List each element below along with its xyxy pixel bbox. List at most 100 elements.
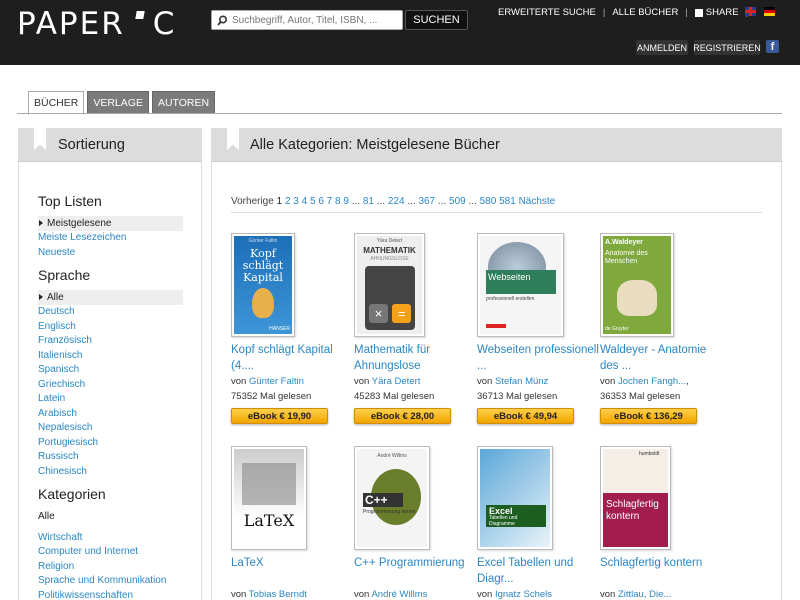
category-item[interactable]: Religion: [38, 559, 183, 574]
german-flag-icon[interactable]: [764, 7, 775, 16]
by-label: von: [354, 376, 370, 387]
language-item[interactable]: Alle: [38, 290, 183, 305]
facebook-icon[interactable]: f: [766, 40, 779, 53]
search-input[interactable]: [232, 14, 398, 26]
language-item[interactable]: Griechisch: [38, 377, 183, 392]
pager-page[interactable]: 6: [318, 196, 324, 207]
book-title-link[interactable]: Webseiten professionell ...: [477, 342, 602, 374]
pager-dots: ...: [351, 196, 361, 207]
pager-page[interactable]: 224: [388, 196, 405, 207]
login-button[interactable]: ANMELDEN: [636, 40, 688, 55]
share-link[interactable]: SHARE: [706, 7, 739, 18]
uk-flag-icon[interactable]: [745, 7, 756, 16]
book-author: von Stefan Münz: [477, 376, 607, 387]
advanced-search-link[interactable]: ERWEITERTE SUCHE: [498, 7, 596, 18]
category-item[interactable]: Politikwissenschaften: [38, 588, 183, 600]
author-link[interactable]: Stefan Münz: [495, 376, 548, 387]
sidebar-header: Sortierung: [18, 128, 202, 162]
author-link[interactable]: Jochen Fangh...: [618, 376, 686, 387]
book-cover[interactable]: LaTeX: [231, 446, 307, 550]
language-item[interactable]: Spanisch: [38, 363, 183, 378]
pager-dots: ...: [376, 196, 386, 207]
book-title-link[interactable]: Excel Tabellen und Diagr...: [477, 555, 602, 587]
pager-page[interactable]: 581: [499, 196, 516, 207]
book-cover[interactable]: A.Waldeyer Anatomie des Menschen de Gruy…: [600, 233, 674, 337]
pager-page[interactable]: 8: [335, 196, 341, 207]
cover-title: Schlagfertig kontern: [606, 499, 659, 522]
pager-page[interactable]: 2: [285, 196, 291, 207]
pager-divider: [231, 212, 762, 213]
book-title-link[interactable]: Kopf schlägt Kapital (4....: [231, 342, 356, 374]
language-item[interactable]: Italienisch: [38, 348, 183, 363]
book-cover[interactable]: Kopf schlägt Kapital Günter Faltin HANSE…: [231, 233, 295, 337]
book-cover[interactable]: André Willms C++ Programmierung lernen: [354, 446, 430, 550]
paperc-logo[interactable]: PAPER C: [17, 6, 176, 42]
sidebar-item-neueste[interactable]: Neueste: [38, 245, 183, 260]
logo-mark-icon: [129, 9, 149, 39]
pager-page[interactable]: 3: [293, 196, 299, 207]
author-link[interactable]: Yära Detert: [372, 376, 421, 387]
tab-books[interactable]: BÜCHER: [28, 91, 85, 115]
book-cover[interactable]: Webseiten professionell erstellen: [477, 233, 564, 337]
language-item[interactable]: Englisch: [38, 319, 183, 334]
cover-title: Anatomie des Menschen: [605, 250, 648, 265]
pager-page[interactable]: 367: [418, 196, 435, 207]
book-cover[interactable]: humboldt Schlagfertig kontern: [600, 446, 671, 550]
book-title-link[interactable]: C++ Programmierung: [354, 555, 479, 571]
pager-dots: ...: [407, 196, 416, 207]
pager-page[interactable]: 580: [480, 196, 497, 207]
by-label: von: [354, 589, 370, 600]
author-link[interactable]: Günter Faltin: [249, 376, 304, 387]
author-link[interactable]: Tobias Berndt: [249, 589, 307, 600]
ebook-buy-button[interactable]: eBook € 136,29: [600, 408, 697, 424]
cover-author: André Willms: [377, 453, 407, 459]
kategorien-list: Alle: [38, 509, 183, 524]
ebook-buy-button[interactable]: eBook € 28,00: [354, 408, 451, 424]
ebook-buy-button[interactable]: eBook € 49,94: [477, 408, 574, 424]
pager-next[interactable]: Nächste: [519, 196, 556, 207]
category-item-all[interactable]: Alle: [38, 509, 183, 524]
separator: |: [685, 7, 688, 18]
book-cover[interactable]: Excel Tabellen und Diagramme: [477, 446, 553, 550]
category-item[interactable]: Sprache und Kommunikation: [38, 574, 183, 589]
language-item[interactable]: Portugiesisch: [38, 435, 183, 450]
pager-page[interactable]: 81: [363, 196, 374, 207]
tab-authors[interactable]: AUTOREN: [151, 91, 216, 114]
language-item[interactable]: Französisch: [38, 334, 183, 349]
author-link[interactable]: Ignatz Schels: [495, 589, 552, 600]
pager-page[interactable]: 7: [327, 196, 333, 207]
pager-page[interactable]: 9: [343, 196, 349, 207]
category-item[interactable]: Wirtschaft: [38, 530, 183, 545]
all-books-link[interactable]: ALLE BÜCHER: [612, 7, 678, 18]
book-title-link[interactable]: Waldeyer - Anatomie des ...: [600, 342, 725, 374]
pager-current: 1: [276, 196, 283, 207]
pager-page[interactable]: 509: [449, 196, 466, 207]
language-item[interactable]: Arabisch: [38, 406, 183, 421]
cover-title: LaTeX: [243, 511, 295, 530]
language-item[interactable]: Deutsch: [38, 305, 183, 320]
pager-page[interactable]: 5: [310, 196, 316, 207]
publisher-logo: [486, 324, 506, 328]
ebook-buy-button[interactable]: eBook € 19,90: [231, 408, 328, 424]
author-link[interactable]: Zittlau, Die...: [618, 589, 671, 600]
language-item[interactable]: Nepalesisch: [38, 421, 183, 436]
sidebar-item-meistgelesene[interactable]: Meistgelesene: [38, 216, 183, 231]
category-item[interactable]: Computer und Internet: [38, 545, 183, 560]
cover-subtitle: Tabellen und Diagramme: [489, 515, 518, 527]
register-button[interactable]: REGISTRIEREN: [693, 40, 761, 55]
tabs-divider: [17, 113, 782, 114]
language-item[interactable]: Russisch: [38, 450, 183, 465]
language-item[interactable]: Latein: [38, 392, 183, 407]
search-button[interactable]: SUCHEN: [405, 10, 468, 30]
book-cover[interactable]: Yära Detert MATHEMATIK AHNUNGSLOSE × =: [354, 233, 425, 337]
tab-publishers[interactable]: VERLAGE: [87, 91, 149, 114]
language-item[interactable]: Chinesisch: [38, 464, 183, 479]
author-link[interactable]: André Willms: [371, 589, 427, 600]
book-title-link[interactable]: Schlagfertig kontern: [600, 555, 725, 571]
book-title-link[interactable]: LaTeX: [231, 555, 356, 571]
search-box: [211, 10, 403, 30]
sidebar-item-lesezeichen[interactable]: Meiste Lesezeichen: [38, 231, 183, 246]
book-title-link[interactable]: Mathematik für Ahnungslose: [354, 342, 479, 374]
pager-page[interactable]: 4: [302, 196, 308, 207]
read-count: 36713 Mal gelesen: [477, 391, 558, 402]
